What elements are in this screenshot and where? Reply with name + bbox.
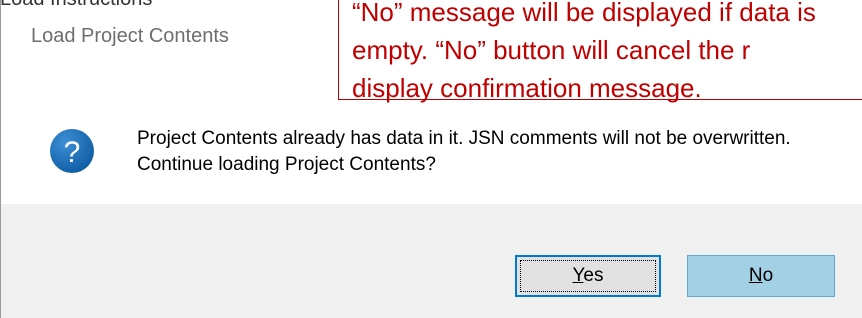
no-button[interactable]: No: [687, 255, 835, 297]
focus-ring: [520, 260, 656, 292]
yes-button[interactable]: Yes: [515, 255, 661, 297]
annotation-callout: “No” message will be displayed if data i…: [338, 0, 862, 103]
screenshot-stage: Load Project Contents ? Project Contents…: [0, 0, 862, 318]
dialog-message: Project Contents already has data in it.…: [137, 128, 791, 175]
dialog-title: Load Project Contents: [31, 25, 229, 47]
svg-text:?: ?: [64, 136, 81, 169]
dialog-button-bar: Yes No: [1, 204, 862, 318]
annotation-line: display confirmation message.: [352, 73, 702, 103]
annotation-line: empty. “No” button will cancel the r: [352, 35, 751, 65]
annotation-line: “No” message will be displayed if data i…: [352, 0, 816, 27]
no-button-label: No: [748, 265, 774, 286]
background-document-text: Load Instructions: [0, 0, 152, 11]
annotation-text: “No” message will be displayed if data i…: [352, 0, 862, 107]
question-icon: ?: [50, 129, 94, 173]
